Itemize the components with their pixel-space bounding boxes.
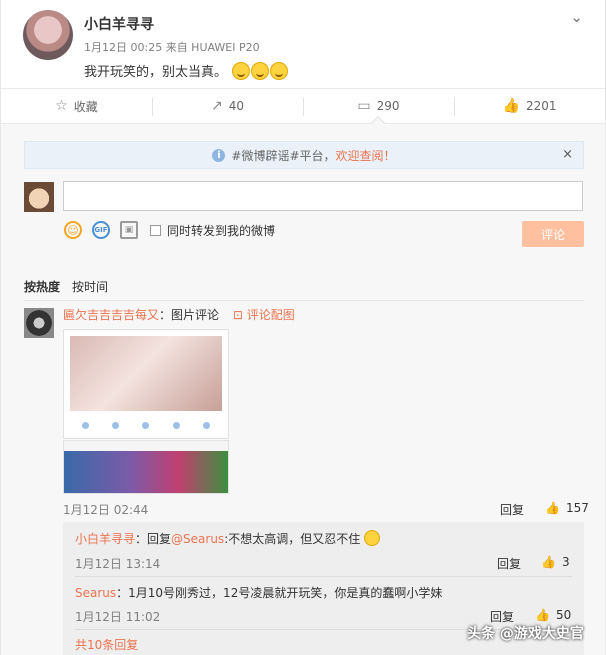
reply-item: Searus：1月10号刚秀过，12号凌晨就开玩笑，你是真的蠢啊小学妹 [75, 584, 442, 601]
favorite-button[interactable]: ☆ 收藏 [1, 89, 152, 123]
like-count: 2201 [525, 99, 557, 113]
author-avatar[interactable] [23, 10, 73, 60]
comment-like-count: 157 [565, 501, 589, 515]
star-icon: ☆ [55, 98, 68, 114]
peace-emoji-icon [364, 530, 381, 546]
submit-comment-button[interactable]: 评论 [522, 221, 584, 247]
author-name[interactable]: 小白羊寻寻 [84, 14, 154, 34]
post-meta: 1月12日 00:25 来自 HUAWEI P20 [84, 41, 260, 54]
thumbs-up-icon: 👍 [535, 608, 550, 622]
comment-section: i #微博辟谣#平台， 欢迎查阅！ × ☺ GIF ▣ 同时转发到我的微博 评论… [1, 124, 605, 655]
gif-icon[interactable]: GIF [92, 221, 110, 239]
thumbs-up-icon: 👍 [541, 555, 556, 569]
composer-toolbar: ☺ GIF ▣ 同时转发到我的微博 [64, 221, 275, 239]
comment-input[interactable] [63, 181, 583, 211]
comment-icon: ▭ [357, 98, 371, 114]
picture-icon: ⊡ [232, 308, 247, 322]
divider [75, 576, 572, 577]
current-user-avatar [24, 182, 54, 212]
thumbs-up-icon: 👍 [545, 501, 560, 515]
reply-timestamp: 1月12日 13:14 [75, 557, 161, 571]
reply-like-count: 3 [561, 555, 570, 569]
repost-icon: ↗ [210, 98, 223, 114]
weibo-post-card: 小白羊寻寻 1月12日 00:25 来自 HUAWEI P20 我开玩笑的，别太… [0, 0, 606, 655]
info-icon: i [212, 148, 226, 162]
comment-picture-label: 评论配图 [246, 308, 295, 322]
rumor-notice-banner: i #微博辟谣#平台， 欢迎查阅！ × [24, 141, 584, 169]
favorite-label: 收藏 [73, 99, 98, 114]
commenter-name[interactable]: 匾欠吉吉吉吉每又 [63, 308, 159, 322]
comment-image-photo [70, 336, 222, 411]
reply-author[interactable]: 小白羊寻寻 [75, 532, 135, 546]
also-repost-checkbox[interactable] [150, 224, 161, 236]
divider [24, 300, 584, 301]
watermark: 头条 @游戏大史官 [467, 626, 584, 642]
repost-button[interactable]: ↗ 40 [152, 89, 303, 123]
comment-like-button[interactable]: 👍 157 [545, 501, 589, 515]
reply-reply-button[interactable]: 回复 [497, 555, 521, 572]
post-text: 我开玩笑的，别太当真。 [84, 61, 289, 80]
comment-timestamp: 1月12日 02:44 [63, 503, 149, 517]
comment-picture-link[interactable]: ⊡ 评论配图 [233, 308, 295, 322]
comment-reply-button[interactable]: 回复 [500, 501, 524, 518]
like-button[interactable]: 👍 2201 [454, 89, 605, 123]
reply-text: ：1月10号刚秀过，12号凌晨就开玩笑，你是真的蠢啊小学妹 [116, 586, 443, 600]
comment-header: 匾欠吉吉吉吉每又：图片评论 ⊡ 评论配图 [63, 306, 295, 323]
comment-image-screenshot[interactable] [63, 329, 229, 439]
comment-image-banner[interactable] [63, 440, 229, 494]
notice-text: #微博辟谣#平台， [231, 148, 336, 163]
also-repost-label: 同时转发到我的微博 [167, 223, 276, 238]
reply-item: 小白羊寻寻：回复@Searus:不想太高调，但又忍不住 [75, 530, 381, 547]
reply-text: :不想太高调，但又忍不住 [224, 532, 361, 546]
thumbs-up-icon: 👍 [502, 98, 520, 114]
notice-link[interactable]: 欢迎查阅！ [336, 147, 396, 164]
emoji-picker-icon[interactable]: ☺ [64, 221, 82, 239]
reply-like-count: 50 [555, 608, 572, 622]
image-upload-icon[interactable]: ▣ [120, 221, 138, 239]
reply-like-button[interactable]: 👍 3 [541, 555, 570, 569]
smile-emoji-icon [270, 62, 289, 80]
post-text-body: 我开玩笑的，别太当真。 [84, 65, 228, 80]
reply-like-button[interactable]: 👍 50 [535, 608, 571, 622]
commenter-avatar[interactable] [24, 308, 54, 338]
tab-sort-by-time[interactable]: 按时间 [72, 278, 108, 295]
comment-image-strip [64, 441, 228, 451]
reply-timestamp: 1月12日 11:02 [75, 610, 161, 624]
reply-prefix: ：回复 [135, 532, 172, 546]
comment-count: 290 [376, 99, 400, 113]
reply-author[interactable]: Searus [75, 586, 116, 600]
more-replies-link[interactable]: 共10条回复 [75, 636, 138, 653]
chevron-down-icon[interactable]: ⌄ [570, 8, 583, 26]
comment-text: ：图片评论 [159, 308, 220, 322]
close-icon[interactable]: × [562, 147, 573, 162]
smile-emoji-icon [251, 62, 270, 80]
smile-emoji-icon [232, 62, 251, 80]
comment-image-share-bar [70, 418, 222, 432]
comment-sort-tabs: 按热度 按时间 [24, 278, 108, 295]
post-action-bar: ☆ 收藏 ↗ 40 ▭ 290 👍 2201 [1, 88, 605, 124]
reply-mention[interactable]: @Searus [171, 532, 224, 546]
tab-sort-by-hot[interactable]: 按热度 [24, 278, 60, 295]
repost-count: 40 [228, 99, 244, 113]
